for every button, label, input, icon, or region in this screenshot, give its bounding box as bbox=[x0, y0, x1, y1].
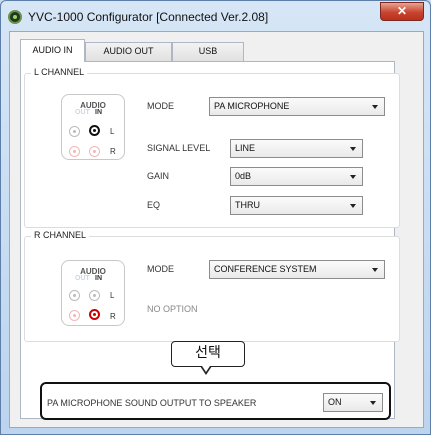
out-label: OUT bbox=[75, 275, 90, 282]
jack-out-r bbox=[69, 310, 80, 321]
chevron-down-icon bbox=[372, 268, 378, 272]
window-title: YVC-1000 Configurator [Connected Ver.2.0… bbox=[28, 10, 269, 24]
jack-in-l-selected bbox=[89, 125, 100, 136]
gain-label: GAIN bbox=[147, 171, 170, 181]
no-option-text: NO OPTION bbox=[147, 304, 198, 314]
callout-pointer-fill bbox=[202, 366, 210, 372]
title-bar[interactable]: YVC-1000 Configurator [Connected Ver.2.0… bbox=[1, 1, 430, 31]
in-label: IN bbox=[95, 275, 102, 282]
close-button[interactable]: ✕ bbox=[380, 2, 424, 21]
jack-in-r-selected bbox=[89, 309, 100, 320]
gain-select[interactable]: 0dB bbox=[230, 167, 363, 186]
select-callout: 선택 bbox=[171, 341, 245, 367]
l-label: L bbox=[110, 291, 115, 300]
out-label: OUT bbox=[75, 109, 90, 116]
tab-audio-out[interactable]: AUDIO OUT bbox=[85, 42, 172, 61]
chevron-down-icon bbox=[372, 105, 378, 109]
tab-usb[interactable]: USB bbox=[172, 42, 244, 61]
chevron-down-icon bbox=[350, 147, 356, 151]
r-mode-select[interactable]: CONFERENCE SYSTEM bbox=[209, 260, 385, 279]
r-jack-panel: AUDIO OUT IN L R bbox=[61, 260, 125, 326]
l-mode-select[interactable]: PA MICROPHONE bbox=[209, 97, 385, 116]
jack-in-r bbox=[89, 146, 100, 157]
r-mode-label: MODE bbox=[147, 264, 174, 274]
signal-level-value: LINE bbox=[235, 143, 256, 153]
audio-label: AUDIO bbox=[80, 101, 106, 110]
signal-level-select[interactable]: LINE bbox=[230, 139, 363, 158]
eq-label: EQ bbox=[147, 200, 161, 210]
l-mode-label: MODE bbox=[147, 101, 174, 111]
gain-value: 0dB bbox=[235, 171, 252, 181]
r-channel-title: R CHANNEL bbox=[31, 230, 90, 240]
signal-level-label: SIGNAL LEVEL bbox=[147, 143, 211, 153]
jack-out-l bbox=[69, 126, 80, 137]
r-label: R bbox=[110, 312, 116, 321]
l-jack-panel: AUDIO OUT IN L R bbox=[61, 94, 125, 160]
speaker-output-value: ON bbox=[328, 397, 342, 407]
r-label: R bbox=[110, 147, 116, 156]
speaker-output-select[interactable]: ON bbox=[323, 393, 383, 412]
app-icon bbox=[8, 10, 22, 24]
eq-select[interactable]: THRU bbox=[230, 196, 363, 215]
in-label: IN bbox=[95, 109, 102, 116]
chevron-down-icon bbox=[370, 401, 376, 405]
jack-out-r bbox=[69, 146, 80, 157]
jack-out-l bbox=[69, 290, 80, 301]
r-mode-value: CONFERENCE SYSTEM bbox=[214, 264, 317, 274]
chevron-down-icon bbox=[350, 175, 356, 179]
l-channel-title: L CHANNEL bbox=[31, 67, 88, 77]
speaker-output-label: PA MICROPHONE SOUND OUTPUT TO SPEAKER bbox=[47, 398, 257, 408]
l-mode-value: PA MICROPHONE bbox=[214, 101, 290, 111]
tab-audio-in[interactable]: AUDIO IN bbox=[20, 39, 85, 62]
eq-value: THRU bbox=[235, 200, 260, 210]
audio-label: AUDIO bbox=[80, 267, 106, 276]
l-label: L bbox=[110, 127, 115, 136]
chevron-down-icon bbox=[350, 204, 356, 208]
jack-in-l bbox=[89, 290, 100, 301]
